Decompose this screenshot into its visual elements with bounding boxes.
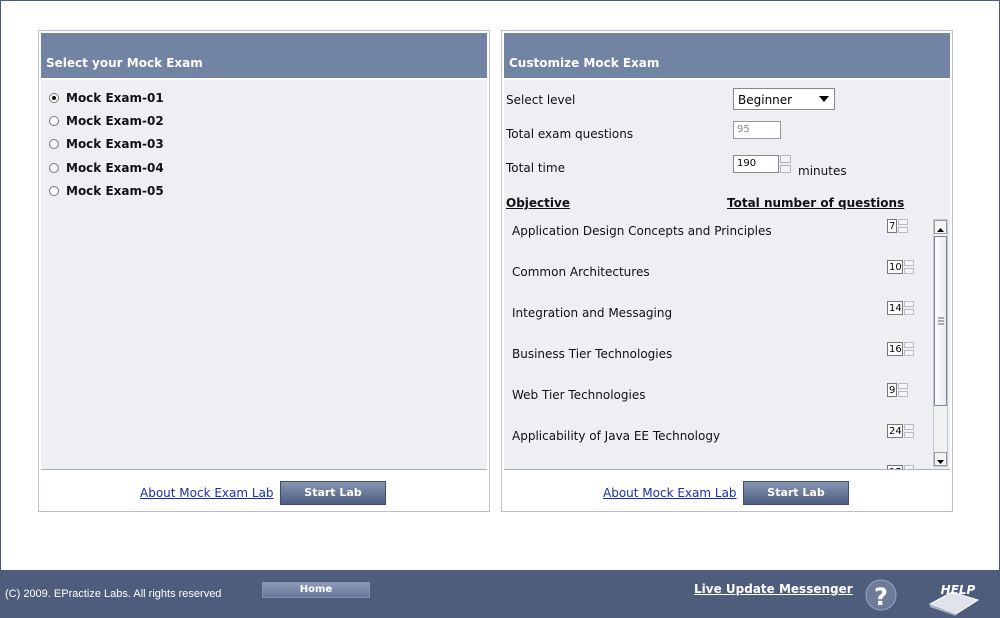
scroll-up-button[interactable] — [934, 220, 947, 234]
total-questions-label: Total exam questions — [506, 127, 634, 141]
total-time-field[interactable]: 190 — [733, 155, 779, 173]
exam-label: Mock Exam-02 — [66, 114, 164, 128]
about-mock-exam-link[interactable]: About Mock Exam Lab — [140, 486, 274, 500]
bottom-bar: (C) 2009. EPractize Labs. All rights res… — [0, 570, 1000, 618]
exam-label: Mock Exam-05 — [66, 184, 164, 198]
objective-name: Web Tier Technologies — [512, 388, 646, 402]
about-mock-exam-link[interactable]: About Mock Exam Lab — [603, 486, 737, 500]
objective-count-stepper[interactable] — [904, 465, 914, 469]
objective-name: Common Architectures — [512, 265, 650, 279]
objective-row: Integration and Messaging 14 — [504, 301, 932, 342]
question-mark-icon[interactable]: ? — [864, 576, 898, 612]
exam-radio-01[interactable] — [49, 93, 59, 103]
stepper-up-icon[interactable] — [780, 155, 791, 163]
exam-label: Mock Exam-04 — [66, 161, 164, 175]
objective-row: Application Design Concepts and Principl… — [504, 219, 932, 260]
start-lab-button[interactable]: Start Lab — [743, 481, 849, 505]
stepper-down-icon[interactable] — [780, 165, 791, 173]
chevron-up-icon — [937, 228, 944, 232]
objective-count-stepper[interactable] — [904, 301, 914, 315]
objective-name: Application Design Concepts and Principl… — [512, 224, 772, 238]
objective-list-scrollbar[interactable] — [933, 219, 948, 467]
objective-name: Applicability of Java EE Technology — [512, 429, 721, 443]
objective-row: Business Tier Technologies 16 — [504, 342, 932, 383]
exam-radio-03[interactable] — [49, 139, 59, 149]
objective-column-header: Objective — [506, 196, 570, 210]
objective-count-stepper[interactable] — [898, 383, 908, 397]
exam-radio-04[interactable] — [49, 163, 59, 173]
objective-count-stepper[interactable] — [904, 342, 914, 356]
customize-exam-header: Customize Mock Exam — [504, 33, 950, 78]
grip-icon — [938, 317, 944, 325]
svg-text:?: ? — [874, 583, 888, 611]
select-level-label: Select level — [506, 93, 576, 107]
total-time-label: Total time — [506, 161, 565, 175]
objective-row: 15 — [504, 465, 932, 469]
select-exam-header: Select your Mock Exam — [41, 33, 487, 78]
exam-label: Mock Exam-03 — [66, 137, 164, 151]
total-time-stepper[interactable] — [780, 155, 791, 173]
customize-exam-footer: About Mock Exam Lab Start Lab — [502, 471, 952, 511]
objective-count-stepper[interactable] — [904, 424, 914, 438]
count-column-header: Total number of questions — [727, 196, 905, 210]
chevron-down-icon — [819, 96, 829, 102]
select-exam-panel: Select your Mock Exam Mock Exam-01 Mock … — [38, 30, 490, 512]
objective-count-field[interactable]: 15 — [887, 465, 903, 469]
customize-exam-panel: Customize Mock Exam Select level Beginne… — [501, 30, 953, 512]
start-lab-button[interactable]: Start Lab — [280, 481, 386, 505]
objective-name: Business Tier Technologies — [512, 347, 673, 361]
objective-row: Common Architectures 10 — [504, 260, 932, 301]
live-update-messenger-link[interactable]: Live Update Messenger — [694, 582, 853, 596]
copyright-text: (C) 2009. EPractize Labs. All rights res… — [5, 588, 222, 600]
objective-count-field[interactable]: 7 — [887, 219, 897, 233]
level-select-value: Beginner — [738, 93, 793, 107]
objective-list: Application Design Concepts and Principl… — [504, 219, 932, 469]
scroll-thumb[interactable] — [934, 236, 947, 406]
select-exam-title: Select your Mock Exam — [46, 56, 203, 70]
objective-count-field[interactable]: 16 — [887, 342, 903, 356]
objective-count-stepper[interactable] — [904, 260, 914, 274]
objective-count-stepper[interactable] — [898, 219, 908, 233]
customize-form: Select level Beginner Total exam questio… — [504, 80, 950, 470]
objective-count-field[interactable]: 24 — [887, 424, 903, 438]
objective-count-field[interactable]: 10 — [887, 260, 903, 274]
customize-exam-title: Customize Mock Exam — [509, 56, 660, 70]
objective-row: Web Tier Technologies 9 — [504, 383, 932, 424]
objective-row: Applicability of Java EE Technology 24 — [504, 424, 932, 465]
exam-radio-02[interactable] — [49, 116, 59, 126]
help-label: HELP — [941, 583, 976, 597]
objective-count-field[interactable]: 14 — [887, 301, 903, 315]
scroll-down-button[interactable] — [934, 452, 947, 466]
objective-count-field[interactable]: 9 — [887, 383, 897, 397]
exam-list: Mock Exam-01 Mock Exam-02 Mock Exam-03 M… — [41, 80, 487, 470]
exam-radio-05[interactable] — [49, 186, 59, 196]
level-select[interactable]: Beginner — [733, 88, 835, 110]
minutes-unit: minutes — [798, 164, 847, 178]
help-book-icon[interactable]: HELP — [926, 574, 982, 616]
objective-name: Integration and Messaging — [512, 306, 673, 320]
exam-label: Mock Exam-01 — [66, 91, 164, 105]
select-exam-footer: About Mock Exam Lab Start Lab — [39, 471, 489, 511]
total-questions-field: 95 — [733, 121, 781, 139]
home-button[interactable]: Home — [262, 582, 370, 598]
chevron-down-icon — [937, 460, 944, 464]
